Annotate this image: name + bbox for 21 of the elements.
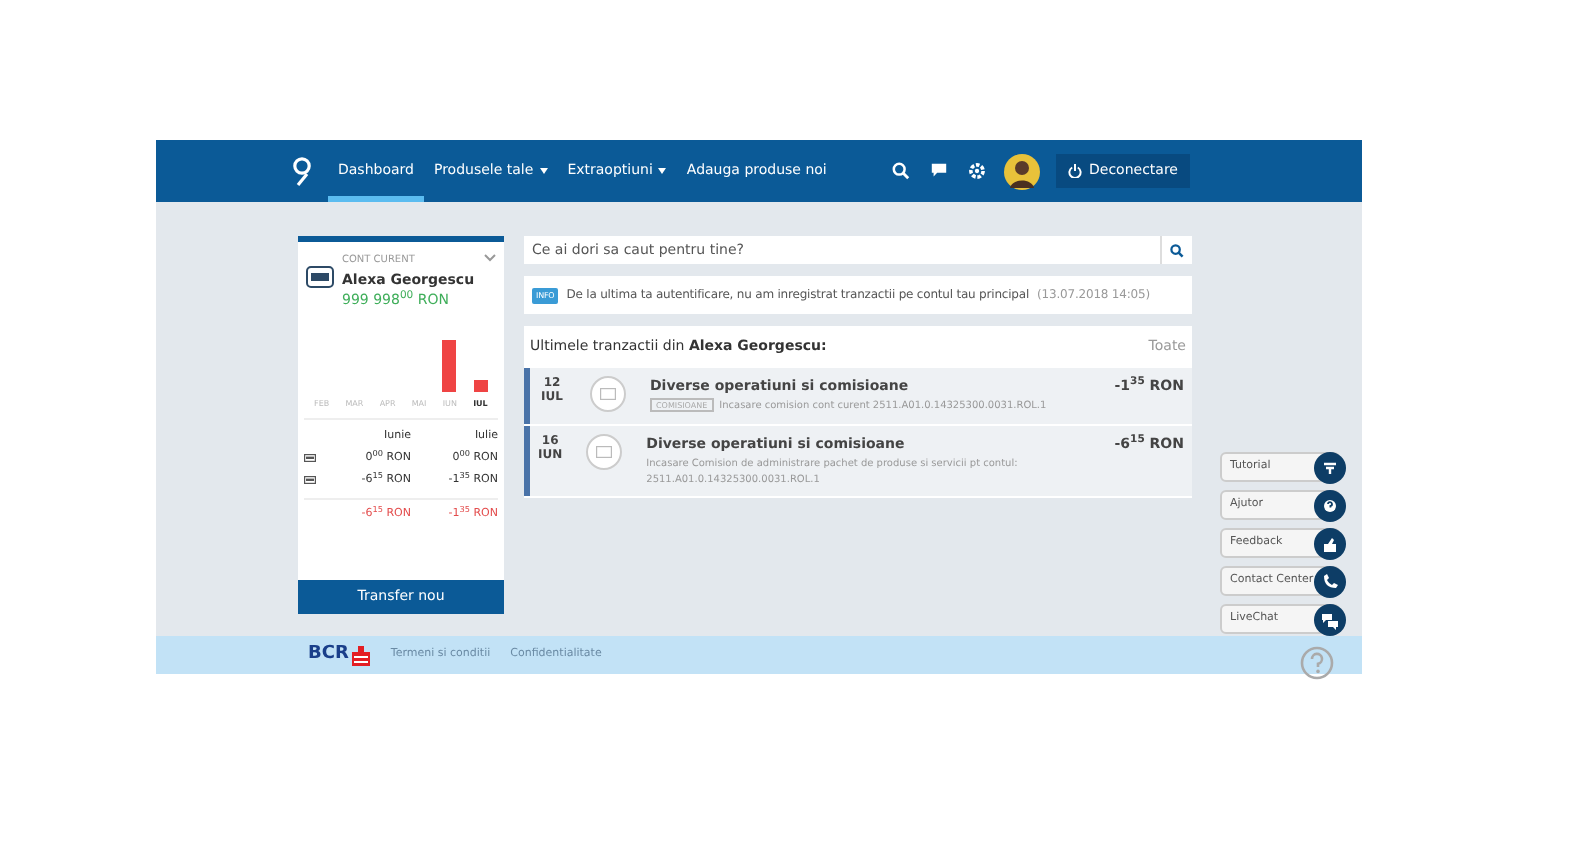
- help-icon: [1314, 489, 1346, 521]
- tutorial-icon: [1314, 451, 1346, 483]
- chat-icon: [1314, 603, 1346, 635]
- card-icon: [590, 375, 626, 411]
- caret-icon: [539, 168, 548, 174]
- settings-icon[interactable]: [967, 162, 985, 180]
- card-icon: [586, 433, 623, 469]
- bank-logo-text[interactable]: BCR: [308, 641, 349, 669]
- logo-icon[interactable]: [292, 155, 312, 187]
- chat-icon[interactable]: [929, 162, 947, 180]
- card-icon: [306, 266, 334, 288]
- phone-icon: [1314, 565, 1346, 597]
- power-icon: [1067, 164, 1081, 178]
- feedback-icon: [1314, 527, 1346, 559]
- chart-bar: [473, 379, 488, 391]
- search-icon[interactable]: [891, 162, 909, 180]
- avatar[interactable]: [1003, 153, 1039, 189]
- caret-icon: [658, 168, 667, 174]
- bank-logo-icon: [352, 645, 371, 665]
- chart-bar: [441, 339, 456, 391]
- search-icon[interactable]: [1160, 236, 1192, 264]
